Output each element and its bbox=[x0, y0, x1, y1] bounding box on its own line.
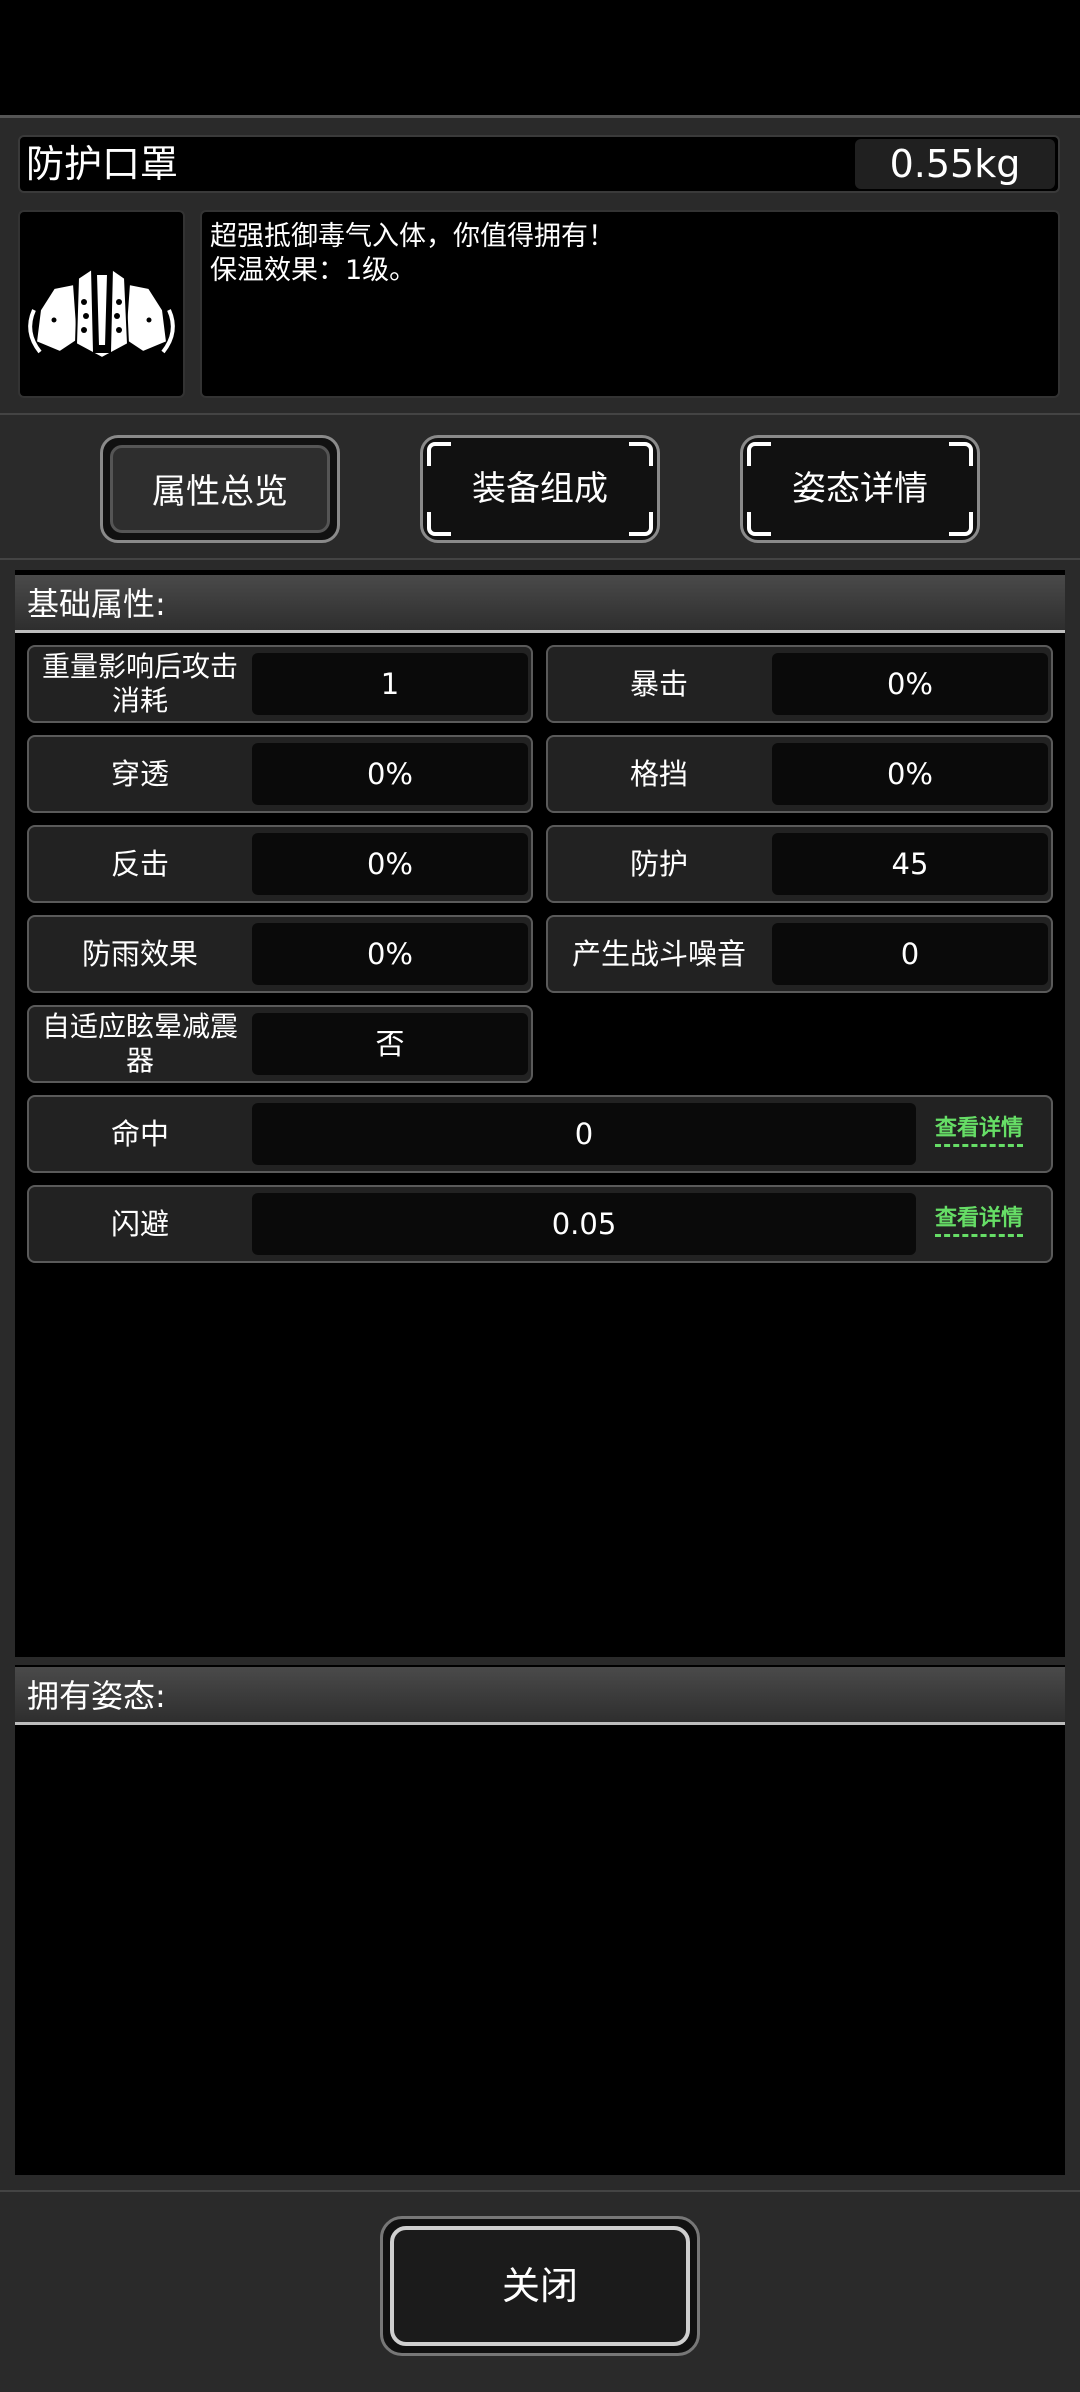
close-button[interactable]: 关闭 bbox=[390, 2226, 690, 2346]
attr-value: 0% bbox=[772, 743, 1048, 805]
item-icon-frame bbox=[18, 210, 185, 398]
attr-value: 45 bbox=[772, 833, 1048, 895]
item-weight: 0.55kg bbox=[889, 142, 1021, 186]
attr-label: 命中 bbox=[110, 1117, 169, 1151]
tab-stance[interactable]: 姿态详情 bbox=[750, 445, 970, 533]
attr-label: 自适应眩晕减震器 bbox=[41, 1010, 238, 1077]
description-line-1: 超强抵御毒气入体，你值得拥有！ bbox=[210, 221, 615, 252]
item-name: 防护口罩 bbox=[26, 142, 179, 186]
attr-label: 格挡 bbox=[629, 757, 688, 791]
tab-overview[interactable]: 属性总览 bbox=[110, 445, 330, 533]
attr-label: 防雨效果 bbox=[81, 937, 198, 971]
attr-value: 0% bbox=[772, 653, 1048, 715]
attr-value: 否 bbox=[252, 1013, 528, 1075]
tab-equipment[interactable]: 装备组成 bbox=[430, 445, 650, 533]
attr-label: 防护 bbox=[629, 847, 688, 881]
attr-value: 0 bbox=[772, 923, 1048, 985]
attr-label: 穿透 bbox=[110, 757, 169, 791]
attr-label: 反击 bbox=[110, 847, 169, 881]
stances-header: 拥有姿态: bbox=[15, 1667, 1065, 1725]
view-details-link-dodge[interactable]: 查看详情 bbox=[935, 1204, 1024, 1237]
attr-value: 0.05 bbox=[252, 1193, 916, 1255]
attr-label: 重量影响后攻击消耗 bbox=[41, 650, 238, 717]
attr-value: 0% bbox=[252, 743, 528, 805]
divider bbox=[0, 558, 1080, 560]
attr-label: 暴击 bbox=[629, 667, 688, 701]
attr-label: 产生战斗噪音 bbox=[571, 937, 746, 971]
divider bbox=[0, 2190, 1080, 2192]
attr-value: 0% bbox=[252, 833, 528, 895]
view-details-link-hit[interactable]: 查看详情 bbox=[935, 1114, 1024, 1147]
attr-value: 1 bbox=[252, 653, 528, 715]
stances-section bbox=[15, 1665, 1065, 2175]
description-line-2: 保温效果：1级。 bbox=[210, 255, 417, 286]
base-attributes-header: 基础属性: bbox=[15, 575, 1065, 633]
attr-value: 0 bbox=[252, 1103, 916, 1165]
divider bbox=[0, 413, 1080, 415]
attr-value: 0% bbox=[252, 923, 528, 985]
attr-label: 闪避 bbox=[110, 1207, 169, 1241]
mask-icon bbox=[28, 260, 175, 360]
